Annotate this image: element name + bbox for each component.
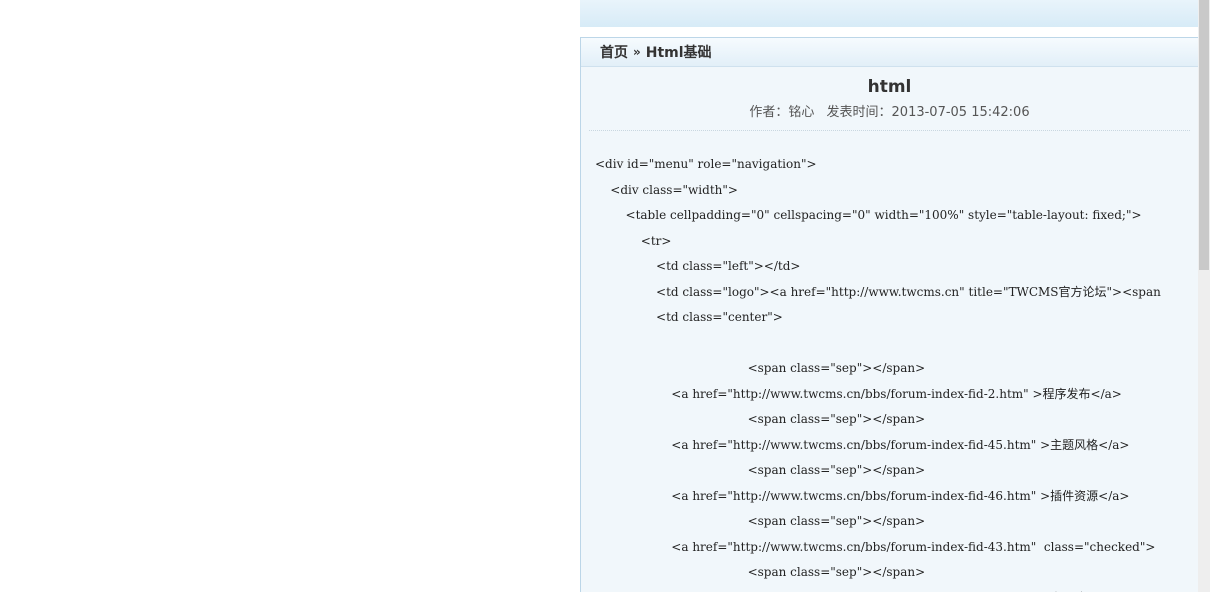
article-date: 发表时间：2013-07-05 15:42:06 (826, 105, 1030, 120)
code-line: <a href="http://www.twcms.cn/bbs/forum-i… (595, 437, 1130, 452)
code-line: <tr> (595, 233, 672, 248)
breadcrumb-home-link[interactable]: 首页 (600, 42, 628, 62)
code-line: <a href="http://www.twcms.cn/bbs/forum-i… (595, 586, 1198, 592)
code-line: <td class="logo"><a href="http://www.twc… (595, 284, 1161, 299)
blank-left-area (0, 0, 580, 592)
article-panel: 首页 » Html基础 html 作者：铭心 发表时间：2013-07-05 1… (580, 37, 1198, 592)
code-line: <a href="http://www.twcms.cn/bbs/forum-i… (595, 488, 1130, 503)
code-line: <td class="left"></td> (595, 259, 801, 273)
code-line: <a href="http://www.twcms.cn/bbs/forum-i… (595, 539, 1156, 554)
article-header: html 作者：铭心 发表时间：2013-07-05 15:42:06 (589, 67, 1190, 131)
code-line: <span class="sep"></span> (595, 412, 926, 426)
top-banner (580, 0, 1198, 27)
code-line: <span class="sep"></span> (595, 361, 926, 375)
breadcrumb-separator: » (633, 45, 641, 59)
code-line: <td class="center"> (595, 310, 783, 324)
breadcrumb-category-link[interactable]: Html基础 (646, 42, 712, 62)
code-line: <a href="http://www.twcms.cn/bbs/forum-i… (595, 386, 1122, 401)
article-title: html (867, 77, 912, 97)
scrollbar-thumb[interactable] (1199, 0, 1209, 270)
article-code-content: <div id="menu" role="navigation"> <div c… (595, 152, 1198, 592)
code-line: <table cellpadding="0" cellspacing="0" w… (595, 208, 1142, 222)
article-meta: 作者：铭心 发表时间：2013-07-05 15:42:06 (589, 105, 1190, 121)
code-line: <div class="width"> (595, 182, 738, 197)
code-line: <span class="sep"></span> (595, 463, 926, 477)
code-line: <span class="sep"></span> (595, 514, 926, 528)
article-author: 作者：铭心 (749, 105, 815, 120)
breadcrumb: 首页 » Html基础 (581, 38, 1198, 67)
code-line: <span class="sep"></span> (595, 565, 926, 579)
page-scrollbar[interactable] (1198, 0, 1210, 592)
code-line: <div id="menu" role="navigation"> (595, 157, 817, 171)
